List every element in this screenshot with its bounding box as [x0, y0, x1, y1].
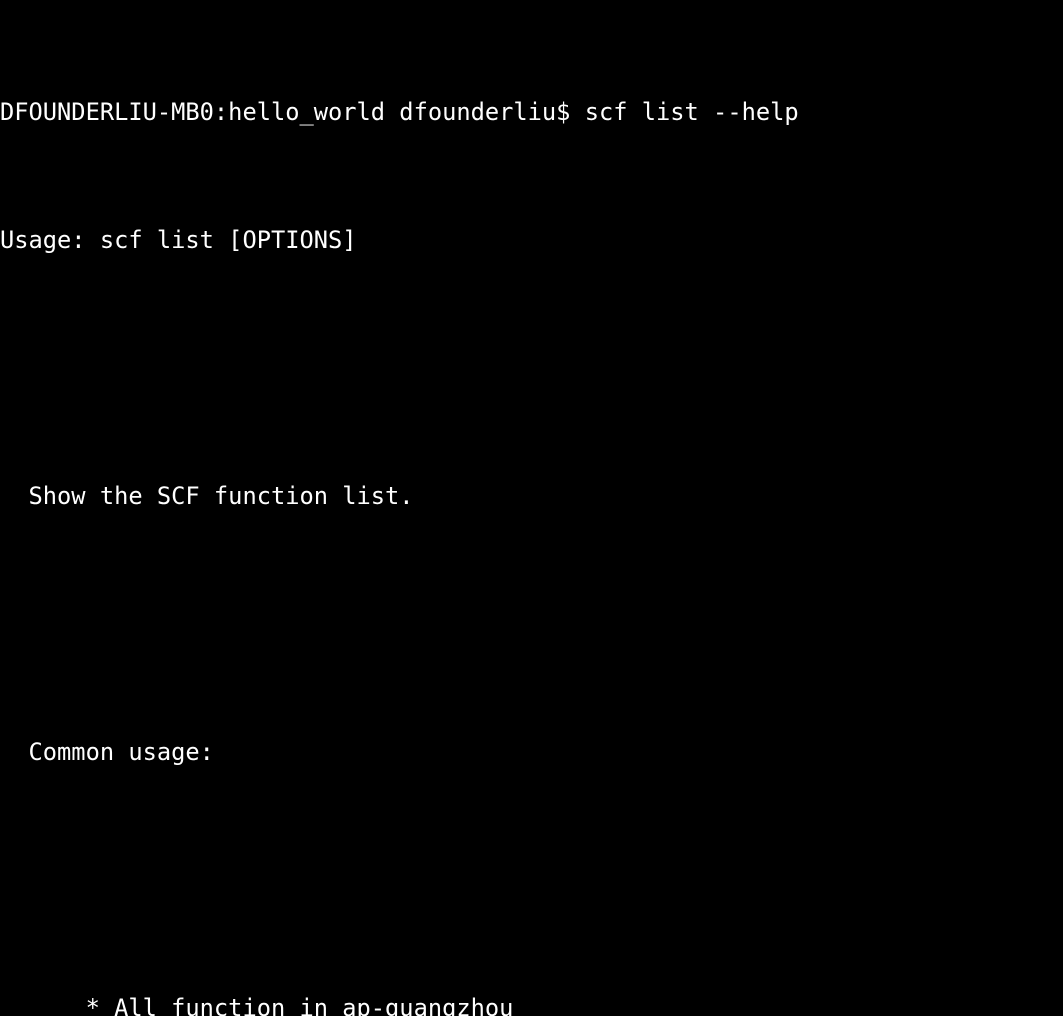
example-bullet-line: * All function in ap-guangzhou — [0, 992, 1063, 1016]
shell-prompt-line: DFOUNDERLIU-MB0:hello_world dfounderliu$… — [0, 96, 1063, 128]
description-text: Show the SCF function list. — [0, 482, 414, 510]
usage-text: Usage: scf list [OPTIONS] — [0, 226, 357, 254]
usage-line: Usage: scf list [OPTIONS] — [0, 224, 1063, 256]
common-usage-heading-text: Common usage: — [0, 738, 214, 766]
terminal-window[interactable]: DFOUNDERLIU-MB0:hello_world dfounderliu$… — [0, 0, 1063, 1016]
common-usage-heading-line: Common usage: — [0, 736, 1063, 768]
example-bullet-text: * All function in ap-guangzhou — [0, 994, 514, 1016]
prompt-text: DFOUNDERLIU-MB0:hello_world dfounderliu$… — [0, 98, 799, 126]
description-line: Show the SCF function list. — [0, 480, 1063, 512]
